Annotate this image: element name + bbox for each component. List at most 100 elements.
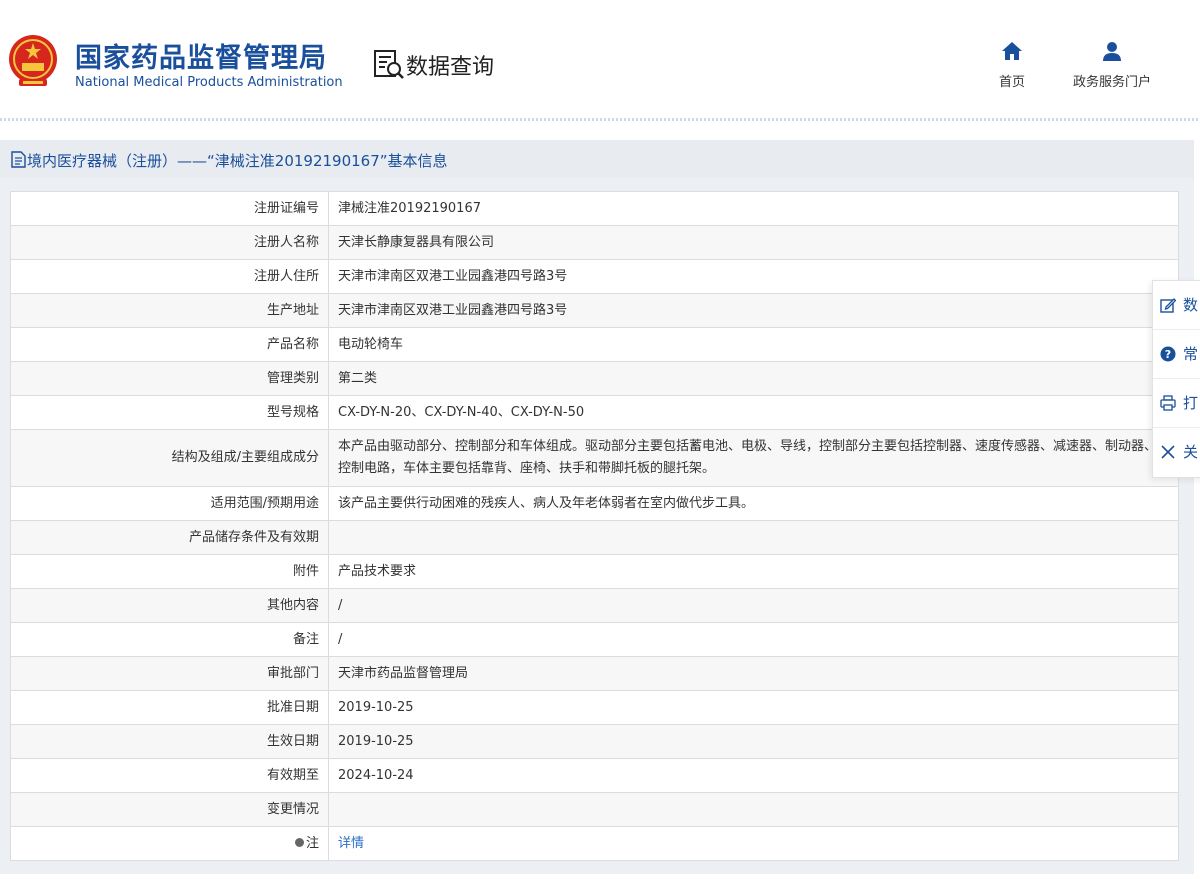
nav-portal-label: 政务服务门户: [1072, 75, 1151, 90]
field-label: 型号规格: [10, 395, 329, 430]
section-title: 数据查询: [406, 55, 495, 80]
field-value-text: /: [338, 597, 343, 613]
field-label: 注册人名称: [10, 225, 329, 260]
side-item-close[interactable]: 关: [1153, 428, 1200, 477]
home-icon: [1002, 42, 1022, 60]
table-row: 管理类别 第二类: [10, 361, 1179, 396]
document-icon: [11, 151, 26, 168]
side-item-data[interactable]: 数: [1153, 281, 1200, 330]
field-label: 管理类别: [10, 361, 329, 396]
side-item-faq-label: 常: [1183, 345, 1199, 363]
table-row: 其他内容 /: [10, 588, 1179, 623]
table-row: 注 详情: [10, 826, 1179, 861]
field-label-text: 适用范围/预期用途: [210, 495, 319, 511]
field-value: 产品技术要求: [328, 554, 1179, 589]
field-value: 2019-10-25: [328, 690, 1179, 725]
print-icon: [1160, 395, 1176, 411]
field-value-text: 2019-10-25: [338, 699, 414, 715]
field-value: 2024-10-24: [328, 758, 1179, 793]
field-value: /: [328, 588, 1179, 623]
field-label: 有效期至: [10, 758, 329, 793]
table-row: 注册人住所 天津市津南区双港工业园鑫港四号路3号: [10, 259, 1179, 294]
field-value-text: 产品技术要求: [338, 563, 417, 579]
table-row: 审批部门 天津市药品监督管理局: [10, 656, 1179, 691]
field-label: 产品储存条件及有效期: [10, 520, 329, 555]
field-label-text: 注册人名称: [253, 234, 319, 250]
org-name-en: National Medical Products Administration: [75, 75, 343, 90]
field-label-text: 生产地址: [266, 302, 319, 318]
site-header: 国家药品监督管理局 National Medical Products Admi…: [0, 0, 1200, 121]
field-value: [328, 792, 1179, 827]
field-label-text: 注册证编号: [253, 200, 319, 216]
table-row: 适用范围/预期用途 该产品主要供行动困难的残疾人、病人及年老体弱者在室内做代步工具…: [10, 486, 1179, 521]
field-label-text: 产品储存条件及有效期: [188, 529, 319, 545]
field-label: 产品名称: [10, 327, 329, 362]
header-divider: [0, 118, 1200, 121]
field-label: 备注: [10, 622, 329, 657]
field-value: 详情: [328, 826, 1179, 861]
table-row: 变更情况: [10, 792, 1179, 827]
field-label-text: 产品名称: [266, 336, 319, 352]
details-link[interactable]: 详情: [338, 836, 364, 851]
close-icon: [1161, 445, 1175, 459]
table-row: 注册证编号 津械注准20192190167: [10, 191, 1179, 226]
side-item-data-label: 数: [1183, 296, 1199, 314]
field-label-text: 附件: [292, 563, 319, 579]
field-value-text: 天津市津南区双港工业园鑫港四号路3号: [338, 268, 568, 284]
table-row: 批准日期 2019-10-25: [10, 690, 1179, 725]
field-label-text: 变更情况: [266, 801, 319, 817]
field-value-text: 2024-10-24: [338, 767, 414, 783]
card-title-bar: 境内医疗器械（注册）——“津械注准20192190167”基本信息: [0, 140, 1194, 178]
table-row: 附件 产品技术要求: [10, 554, 1179, 589]
field-label-text: 批准日期: [266, 699, 319, 715]
field-label: 适用范围/预期用途: [10, 486, 329, 521]
nav-service-portal[interactable]: 政务服务门户: [1064, 40, 1160, 90]
national-emblem-icon: [9, 35, 57, 86]
table-row: 产品名称 电动轮椅车: [10, 327, 1179, 362]
field-label-text: 管理类别: [266, 370, 319, 386]
field-value-text: 津械注准20192190167: [338, 200, 481, 216]
field-label: 生效日期: [10, 724, 329, 759]
field-value-text: 天津市津南区双港工业园鑫港四号路3号: [338, 302, 568, 318]
org-name-cn: 国家药品监督管理局: [75, 43, 327, 74]
field-label: 注册证编号: [10, 191, 329, 226]
detail-table: 注册证编号 津械注准20192190167 注册人名称 天津长静康复器具有限公司 注册人…: [10, 191, 1179, 861]
table-row: 型号规格 CX-DY-N-20、CX-DY-N-40、CX-DY-N-50: [10, 395, 1179, 430]
field-label: 批准日期: [10, 690, 329, 725]
field-value: 第二类: [328, 361, 1179, 396]
field-value: 天津市津南区双港工业园鑫港四号路3号: [328, 293, 1179, 328]
card-title: 境内医疗器械（注册）——“津械注准20192190167”基本信息: [27, 152, 448, 170]
nav-home[interactable]: 首页: [992, 40, 1032, 90]
field-label-text: 生效日期: [266, 733, 319, 749]
field-label: 生产地址: [10, 293, 329, 328]
pin-icon: [294, 837, 304, 847]
field-label: 结构及组成/主要组成成分: [10, 429, 329, 487]
field-label-text: 有效期至: [266, 767, 319, 783]
field-value: 本产品由驱动部分、控制部分和车体组成。驱动部分主要包括蓄电池、电极、导线，控制部…: [328, 429, 1179, 487]
field-label-text: 注: [305, 835, 319, 851]
side-item-print[interactable]: 打: [1153, 379, 1200, 428]
table-row: 产品储存条件及有效期: [10, 520, 1179, 555]
field-label-text: 注册人住所: [253, 268, 319, 284]
question-icon: ?: [1160, 346, 1176, 362]
field-label-text: 审批部门: [266, 665, 319, 681]
field-value: 天津长静康复器具有限公司: [328, 225, 1179, 260]
field-value-text: 2019-10-25: [338, 733, 414, 749]
field-value-text: CX-DY-N-20、CX-DY-N-40、CX-DY-N-50: [338, 404, 585, 420]
field-value: 津械注准20192190167: [328, 191, 1179, 226]
field-value-text: 第二类: [338, 370, 378, 386]
detail-card: 境内医疗器械（注册）——“津械注准20192190167”基本信息 注册证编号 津…: [0, 140, 1194, 874]
table-row: 注册人名称 天津长静康复器具有限公司: [10, 225, 1179, 260]
field-label: 注: [10, 826, 329, 861]
table-row: 生效日期 2019-10-25: [10, 724, 1179, 759]
field-label: 审批部门: [10, 656, 329, 691]
side-item-close-label: 关: [1183, 443, 1199, 461]
field-label-text: 其他内容: [266, 597, 319, 613]
field-label: 变更情况: [10, 792, 329, 827]
data-query-icon: [374, 50, 404, 79]
table-row: 有效期至 2024-10-24: [10, 758, 1179, 793]
side-item-print-label: 打: [1183, 394, 1199, 412]
field-value-text: 电动轮椅车: [338, 336, 404, 352]
side-item-faq[interactable]: ? 常: [1153, 330, 1200, 379]
field-value: 天津市津南区双港工业园鑫港四号路3号: [328, 259, 1179, 294]
